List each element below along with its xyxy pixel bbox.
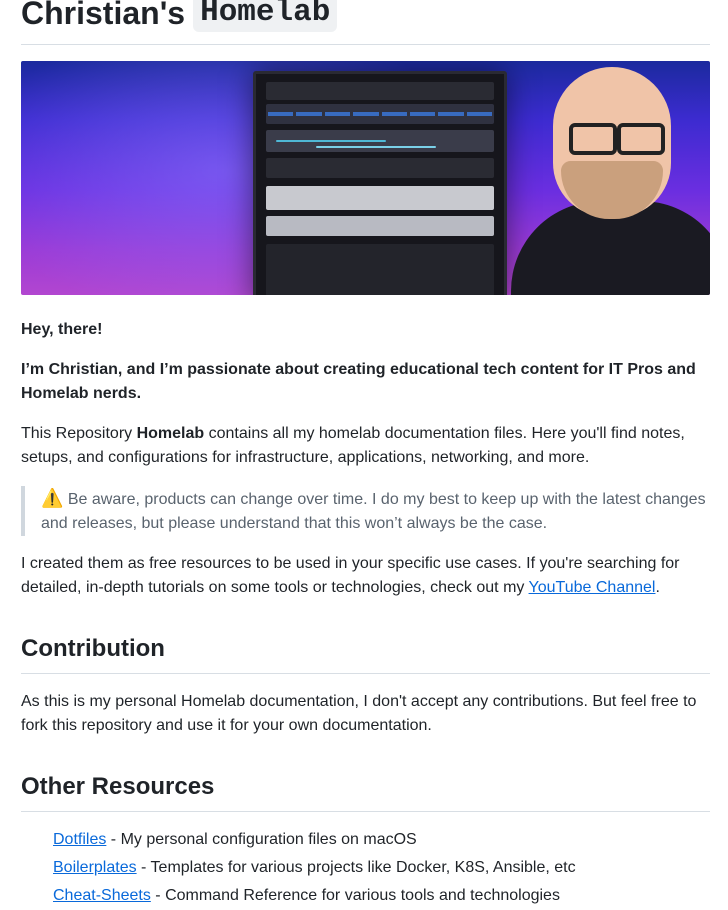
title-code: Homelab <box>193 0 338 32</box>
title-prefix: Christian's <box>21 0 186 31</box>
banner-image <box>21 61 710 295</box>
other-resources-heading: Other Resources <box>21 772 710 812</box>
warning-icon: ⚠️ <box>41 488 64 508</box>
dotfiles-link[interactable]: Dotfiles <box>53 831 106 848</box>
repo-name: Homelab <box>136 425 205 442</box>
warning-text: Be aware, products can change over time.… <box>41 491 706 532</box>
boilerplates-link[interactable]: Boilerplates <box>53 859 137 876</box>
resources-list: Dotfiles - My personal configuration fil… <box>21 826 710 910</box>
page-title: Christian's Homelab <box>21 0 710 45</box>
list-item: Dotfiles - My personal configuration fil… <box>53 831 417 848</box>
contribution-heading: Contribution <box>21 634 710 674</box>
youtube-channel-link[interactable]: YouTube Channel <box>529 579 656 596</box>
repo-description: This Repository Homelab contains all my … <box>21 425 685 466</box>
person-photo <box>491 61 710 295</box>
warning-blockquote: ⚠️ Be aware, products can change over ti… <box>21 486 710 536</box>
readme-content: Christian's Homelab Hey, there! I’m Chri… <box>21 0 710 910</box>
contribution-text: As this is my personal Homelab documenta… <box>21 693 697 734</box>
resources-note: I created them as free resources to be u… <box>21 555 680 596</box>
greeting: Hey, there! <box>21 321 103 338</box>
cheat-sheets-link[interactable]: Cheat-Sheets <box>53 887 151 904</box>
list-item: Boilerplates - Templates for various pro… <box>53 859 576 876</box>
server-rack-graphic <box>253 71 507 295</box>
intro-paragraph: I’m Christian, and I’m passionate about … <box>21 361 696 402</box>
list-item: Cheat-Sheets - Command Reference for var… <box>53 887 560 904</box>
